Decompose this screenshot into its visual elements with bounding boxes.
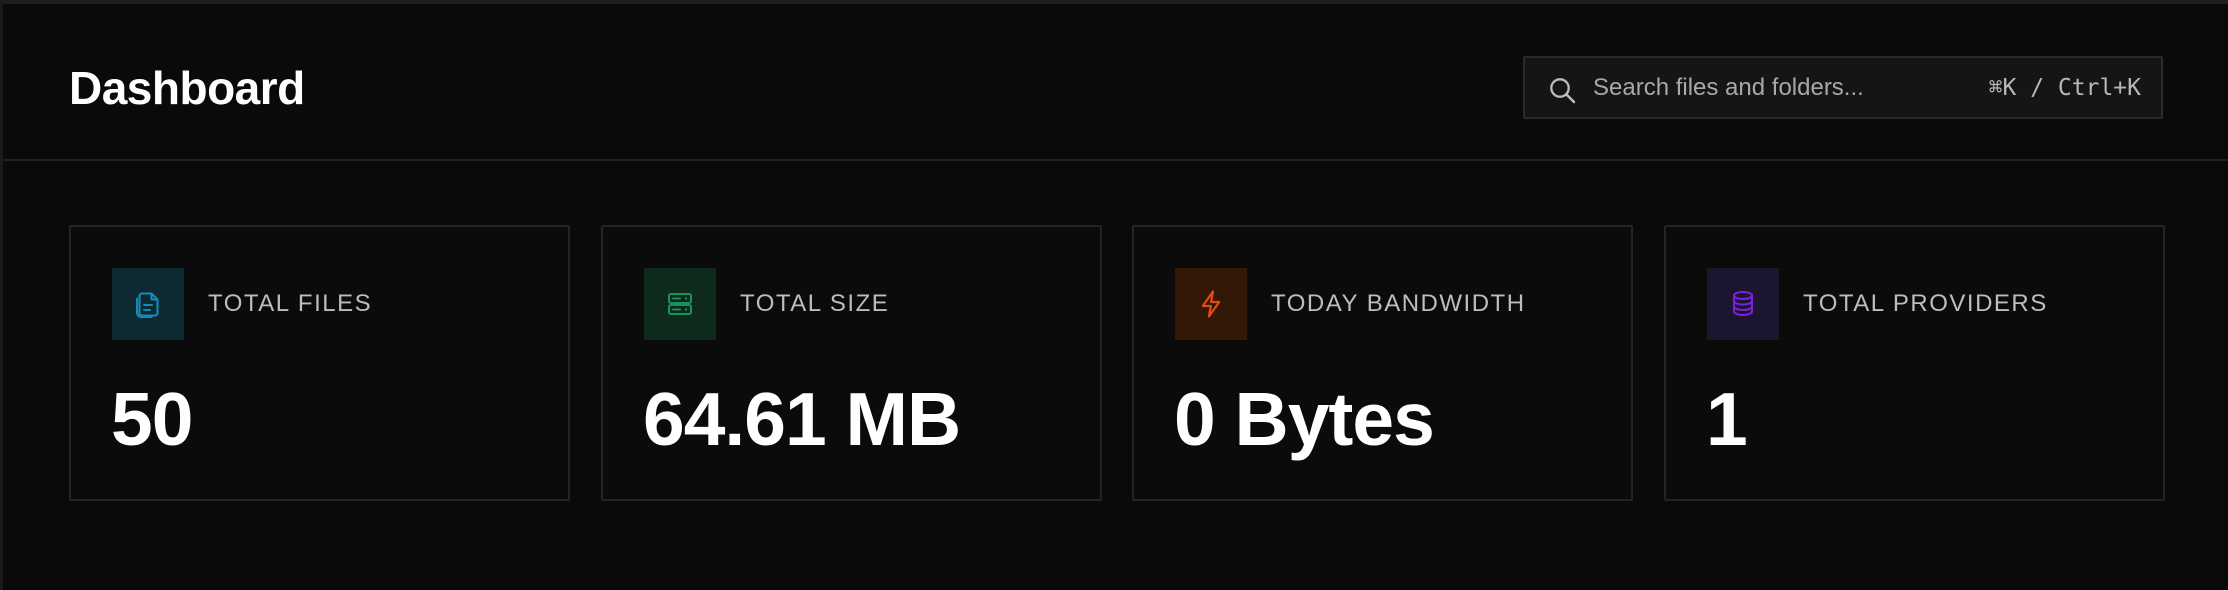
stat-icon-box-providers	[1707, 268, 1779, 340]
page-header: Dashboard ⌘K / Ctrl+K	[3, 4, 2228, 161]
stat-icon-box-files	[112, 268, 184, 340]
stat-label-today-bandwidth: TODAY BANDWIDTH	[1271, 290, 1526, 317]
lightning-icon	[1201, 290, 1221, 318]
server-icon	[667, 292, 693, 316]
search-icon	[1547, 75, 1577, 105]
search-input[interactable]	[1593, 68, 1973, 108]
dashboard-app: Dashboard ⌘K / Ctrl+K	[0, 0, 2228, 590]
stat-card-today-bandwidth: TODAY BANDWIDTH 0 Bytes	[1132, 225, 1633, 501]
stat-value-total-files: 50	[111, 377, 193, 461]
stat-label-total-size: TOTAL SIZE	[740, 290, 890, 317]
files-icon	[135, 292, 159, 319]
stat-card-total-files: TOTAL FILES 50	[69, 225, 570, 501]
stats-grid: TOTAL FILES 50 TOTAL SIZE 64.61 MB TODAY…	[69, 225, 2166, 501]
page-title: Dashboard	[69, 62, 305, 114]
stat-value-today-bandwidth: 0 Bytes	[1174, 377, 1435, 461]
database-icon	[1732, 290, 1754, 317]
search-box[interactable]: ⌘K / Ctrl+K	[1523, 56, 2163, 119]
stat-value-total-size: 64.61 MB	[643, 377, 961, 461]
stat-value-total-providers: 1	[1706, 377, 1748, 461]
stat-card-total-size: TOTAL SIZE 64.61 MB	[601, 225, 1102, 501]
stat-card-total-providers: TOTAL PROVIDERS 1	[1664, 225, 2165, 501]
stat-label-total-providers: TOTAL PROVIDERS	[1803, 290, 2048, 317]
stat-icon-box-size	[644, 268, 716, 340]
search-shortcut: ⌘K / Ctrl+K	[1988, 75, 2141, 101]
stat-label-total-files: TOTAL FILES	[208, 290, 373, 317]
stat-icon-box-bandwidth	[1175, 268, 1247, 340]
